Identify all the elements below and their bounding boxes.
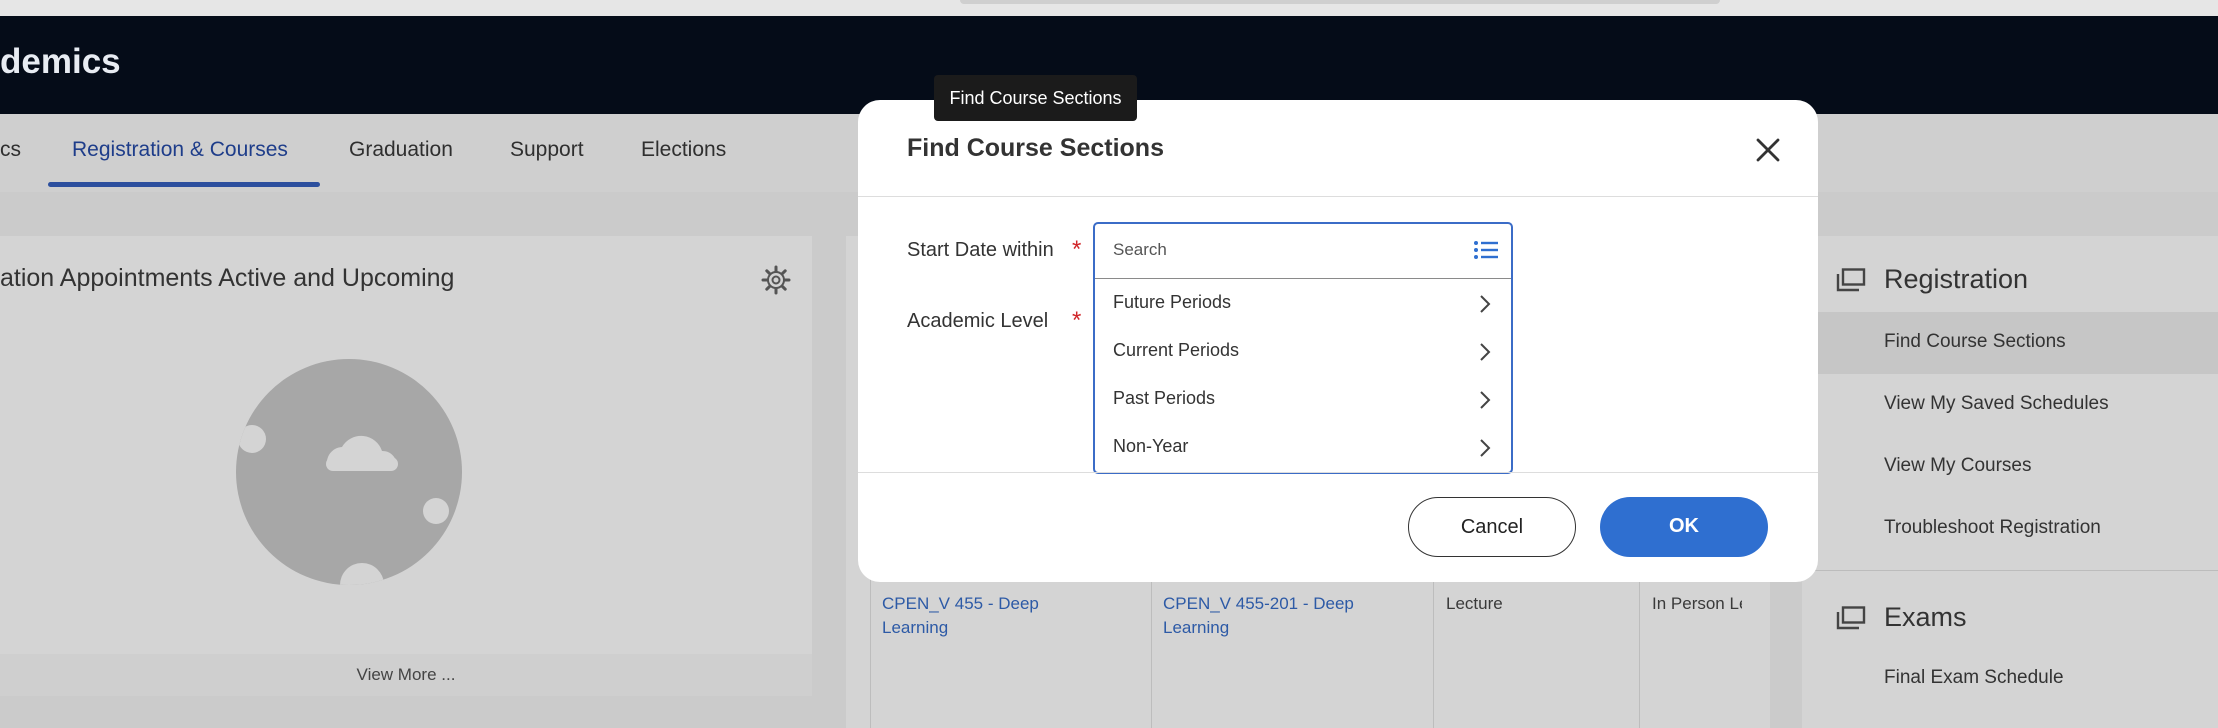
option-future-periods[interactable]: Future Periods [1095,280,1511,328]
list-icon[interactable] [1473,238,1499,262]
link-troubleshoot-registration[interactable]: Troubleshoot Registration [1884,517,2101,539]
option-current-periods[interactable]: Current Periods [1095,328,1511,376]
find-course-sections-dialog: Find Course Sections Start Date within *… [858,100,1818,582]
tab-academics[interactable]: cs [0,138,21,162]
table-divider [1433,572,1434,728]
tab-support[interactable]: Support [510,138,584,162]
option-past-periods[interactable]: Past Periods [1095,376,1511,424]
ok-button[interactable]: OK [1600,497,1768,557]
quick-links-panel: Registration Find Course Sections View M… [1802,236,2218,728]
option-label: Past Periods [1113,388,1216,408]
link-find-course-sections[interactable]: Find Course Sections [1884,331,2066,353]
view-more-link[interactable]: View More ... [0,654,812,696]
empty-state-illustration [236,359,462,585]
appointments-card-title: ation Appointments Active and Upcoming [0,264,455,292]
browser-top-strip [0,0,2218,16]
search-placeholder: Search [1113,240,1167,259]
section-divider [1814,570,2218,571]
table-divider [870,572,871,728]
close-icon[interactable] [1750,132,1786,168]
chevron-right-icon [1480,391,1491,409]
registration-heading: Registration [1884,264,2029,294]
tab-graduation[interactable]: Graduation [349,138,453,162]
instructional-format: Lecture [1446,594,1503,613]
gear-icon[interactable] [760,264,792,296]
required-indicator: * [1072,307,1082,334]
tab-registration-courses[interactable]: Registration & Courses [72,138,288,162]
exams-heading: Exams [1884,602,1967,632]
cancel-button[interactable]: Cancel [1408,497,1576,557]
option-non-year[interactable]: Non-Year [1095,424,1511,472]
chevron-right-icon [1480,439,1491,457]
active-tab-indicator [48,182,320,187]
table-divider [1639,572,1640,728]
option-label: Current Periods [1113,340,1240,360]
link-view-my-courses[interactable]: View My Courses [1884,455,2031,477]
academic-level-label: Academic Level [907,310,1049,332]
dialog-header-divider [858,196,1818,197]
delivery-mode: In Person Le [1652,594,1742,613]
start-date-label: Start Date within [907,239,1054,261]
appointments-card: ation Appointments Active and Upcoming V… [0,236,812,696]
dialog-footer-divider [858,472,1818,473]
link-final-exam-schedule[interactable]: Final Exam Schedule [1884,667,2064,689]
page-title: demics [0,42,121,81]
chevron-right-icon [1480,343,1491,361]
required-indicator: * [1072,236,1082,263]
table-divider [1151,572,1152,728]
link-view-saved-schedules[interactable]: View My Saved Schedules [1884,393,2109,415]
tooltip: Find Course Sections [934,75,1137,121]
section-link[interactable]: CPEN_V 455-201 - Deep Learning [1163,592,1383,640]
start-date-prompt: Search Future Periods Current Periods Pa… [1093,222,1513,474]
window-stack-icon [1836,268,1866,292]
option-label: Future Periods [1113,292,1232,312]
chevron-right-icon [1480,295,1491,313]
dialog-title: Find Course Sections [907,134,1164,162]
course-link[interactable]: CPEN_V 455 - Deep Learning [882,592,1082,640]
tab-elections[interactable]: Elections [641,138,726,162]
window-stack-icon [1836,606,1866,630]
search-input[interactable]: Search [1095,224,1511,279]
global-search-edge [960,0,1720,4]
option-label: Non-Year [1113,436,1189,456]
